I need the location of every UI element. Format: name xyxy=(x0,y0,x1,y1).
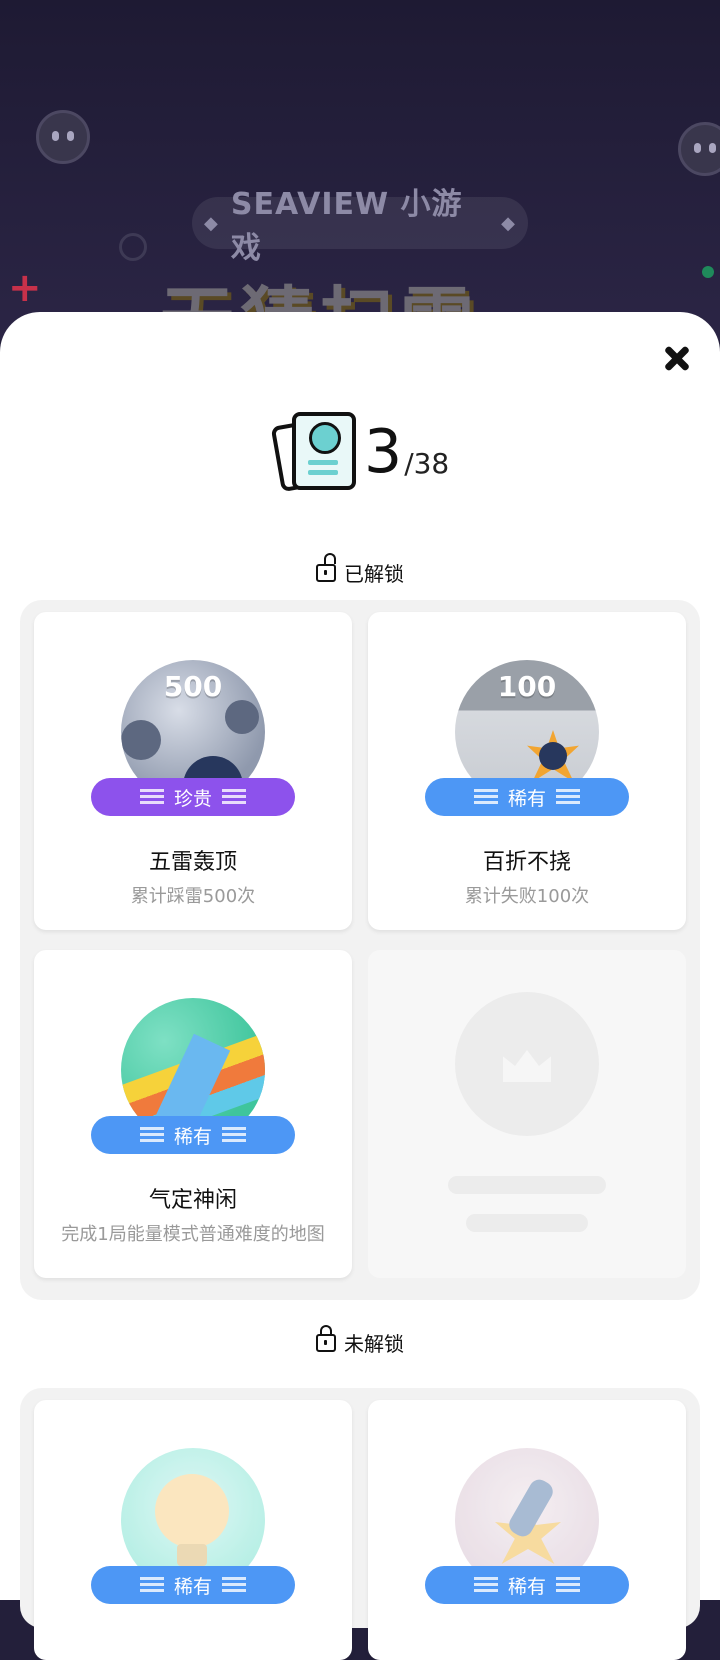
game-subtitle: SEAVIEW 小游戏 xyxy=(230,187,463,266)
rarity-tag: 稀有 xyxy=(91,1566,295,1604)
achievement-title: 气定神闲 xyxy=(148,1188,237,1213)
achievement-desc: 累计失败100次 xyxy=(464,886,590,907)
achievement-desc: 完成1局能量模式普通难度的地图 xyxy=(61,1224,325,1245)
rarity-label: 稀有 xyxy=(507,1575,546,1598)
section-label: 未解锁 xyxy=(344,1332,404,1356)
plus-decoration: + xyxy=(8,265,42,311)
rarity-label: 稀有 xyxy=(173,1575,212,1598)
badge-number: 500 xyxy=(163,670,223,703)
placeholder-badge xyxy=(455,992,599,1136)
game-subtitle-pill: ◆ SEAVIEW 小游戏 ◆ xyxy=(192,187,528,266)
rarity-tag: 珍贵 xyxy=(91,778,295,816)
rarity-label: 稀有 xyxy=(173,1125,212,1148)
lock-icon xyxy=(316,1325,336,1352)
close-icon[interactable] xyxy=(660,342,694,376)
diamond-icon: ◆ xyxy=(204,212,219,234)
achievement-card[interactable]: 100 稀有 百折不挠 累计失败100次 xyxy=(368,612,686,930)
rarity-label: 珍贵 xyxy=(173,787,212,810)
diamond-icon: ◆ xyxy=(501,212,516,234)
empty-achievement-slot xyxy=(368,950,686,1278)
placeholder-bar xyxy=(448,1176,606,1194)
rarity-tag: 稀有 xyxy=(91,1116,295,1154)
achievement-title: 五雷轰顶 xyxy=(148,850,237,875)
crown-icon xyxy=(503,1050,551,1082)
achievement-counter: 3 /38 xyxy=(270,408,450,493)
locked-achievement-card[interactable]: 稀有 xyxy=(368,1400,686,1660)
rarity-tag: 稀有 xyxy=(425,778,629,816)
badge-cards-icon xyxy=(270,408,360,493)
locked-section-title: 未解锁 xyxy=(0,1325,720,1357)
unlock-icon xyxy=(316,553,336,582)
achievement-card[interactable]: 稀有 气定神闲 完成1局能量模式普通难度的地图 xyxy=(34,950,352,1278)
locked-achievement-card[interactable]: 稀有 xyxy=(34,1400,352,1660)
placeholder-bar xyxy=(466,1214,588,1232)
section-label: 已解锁 xyxy=(344,562,404,586)
achievement-title: 百折不挠 xyxy=(482,850,571,875)
dot-decoration xyxy=(702,266,714,278)
achievement-card[interactable]: 500 珍贵 五雷轰顶 累计踩雷500次 xyxy=(34,612,352,930)
rarity-tag: 稀有 xyxy=(425,1566,629,1604)
total-count: /38 xyxy=(404,447,450,480)
badge-number: 100 xyxy=(497,670,557,703)
ring-decoration xyxy=(119,233,147,261)
rarity-label: 稀有 xyxy=(507,787,546,810)
robot-icon xyxy=(36,110,90,164)
game-background: + ◆ SEAVIEW 小游戏 ◆ 无猜扫雷 xyxy=(0,0,720,340)
achievement-desc: 累计踩雷500次 xyxy=(130,886,256,907)
robot-icon xyxy=(678,122,720,176)
unlocked-grid: 500 珍贵 五雷轰顶 累计踩雷500次 100 稀有 百折不挠 累计失败100… xyxy=(20,600,700,1300)
locked-grid: 稀有 稀有 xyxy=(20,1388,700,1660)
unlocked-section-title: 已解锁 xyxy=(0,553,720,587)
unlocked-count: 3 xyxy=(364,417,403,487)
